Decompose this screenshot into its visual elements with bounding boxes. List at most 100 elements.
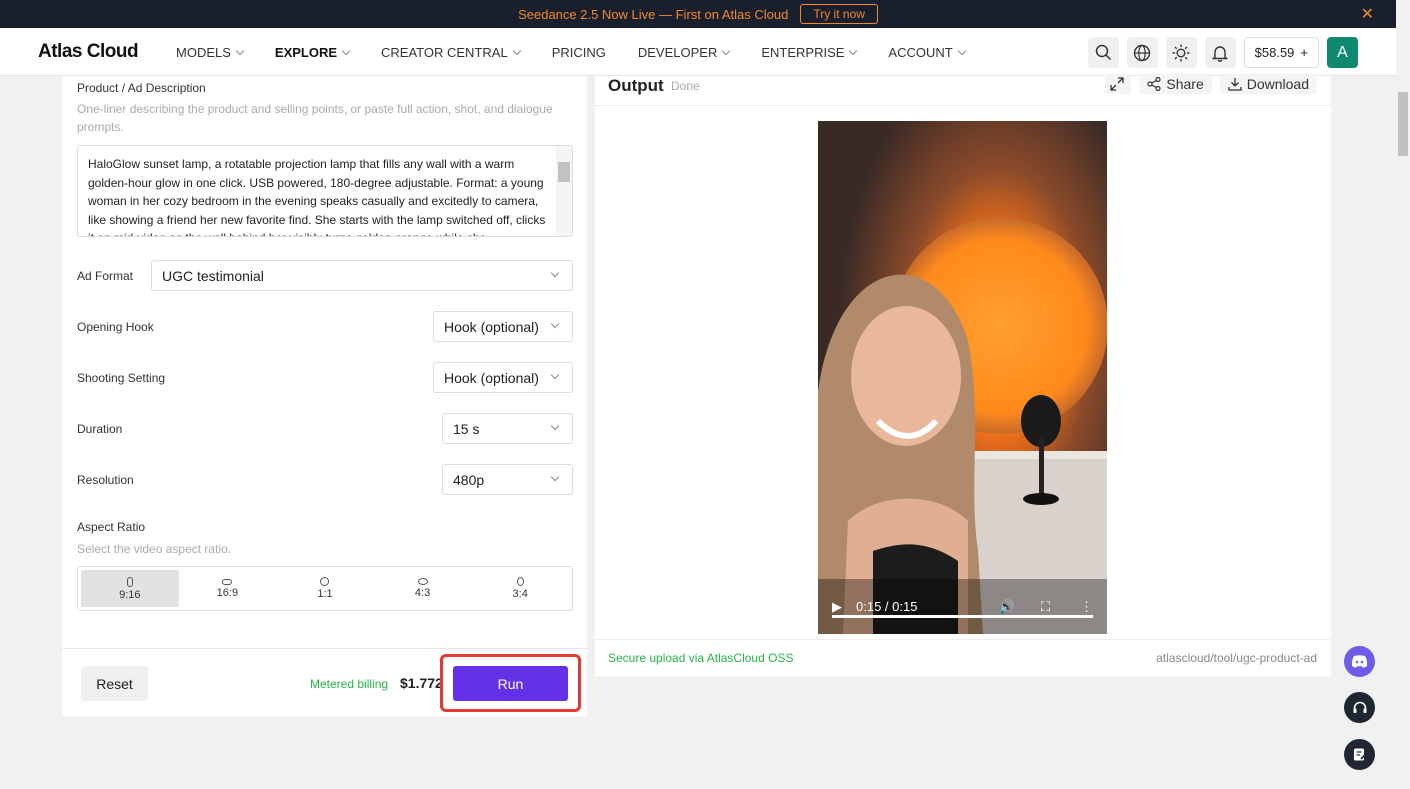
aspect-option-4-3[interactable]: 4:3 bbox=[374, 570, 472, 607]
expand-icon[interactable] bbox=[1105, 74, 1132, 94]
textarea-scrollbar[interactable] bbox=[556, 146, 572, 236]
page-scrollbar[interactable] bbox=[1396, 28, 1410, 789]
globe-icon[interactable] bbox=[1126, 37, 1158, 68]
output-panel: Output Done Share Download ▶ 0:15 / 0:15… bbox=[595, 74, 1331, 676]
volume-icon[interactable]: 🔊 bbox=[999, 599, 1015, 615]
resolution-value: 480p bbox=[453, 471, 485, 488]
aspect-option-16-9[interactable]: 16:9 bbox=[179, 570, 277, 607]
description-text: HaloGlow sunset lamp, a rotatable projec… bbox=[88, 157, 546, 236]
duration-select[interactable]: 15 s bbox=[442, 413, 573, 444]
aspect-option-3-4[interactable]: 3:4 bbox=[471, 570, 569, 607]
chevron-down-icon bbox=[722, 46, 731, 56]
bell-icon[interactable] bbox=[1204, 37, 1236, 68]
price-value: $1.772 bbox=[400, 675, 443, 691]
duration-value: 15 s bbox=[453, 420, 480, 437]
aspect-ratio-label: Aspect Ratio bbox=[77, 520, 146, 534]
output-actions: Share Download bbox=[1105, 74, 1317, 94]
tool-path: atlascloud/tool/ugc-product-ad bbox=[1156, 651, 1317, 665]
opening-hook-select[interactable]: Hook (optional) bbox=[433, 311, 573, 342]
chevron-down-icon bbox=[235, 46, 245, 56]
download-icon bbox=[1228, 78, 1242, 91]
chevron-down-icon bbox=[512, 46, 521, 56]
nav-item-models[interactable]: MODELS bbox=[176, 45, 245, 60]
nav-menu: MODELS EXPLORE CREATOR CENTRAL PRICING D… bbox=[176, 45, 997, 60]
more-icon[interactable]: ⋮ bbox=[1080, 599, 1093, 615]
banner-text: Seedance 2.5 Now Live — First on Atlas C… bbox=[518, 6, 789, 22]
chevron-down-icon bbox=[550, 268, 560, 278]
top-nav: Atlas Cloud MODELS EXPLORE CREATOR CENTR… bbox=[0, 28, 1396, 76]
reset-button[interactable]: Reset bbox=[81, 666, 148, 701]
video-progress[interactable] bbox=[832, 615, 1093, 618]
shooting-setting-label: Shooting Setting bbox=[77, 371, 166, 385]
form-panel: Product / Ad Description One-liner descr… bbox=[62, 76, 587, 716]
aspect-option-1-1[interactable]: 1:1 bbox=[276, 570, 374, 607]
balance-button[interactable]: $58.59 + bbox=[1243, 37, 1319, 68]
opening-hook-value: Hook (optional) bbox=[444, 318, 539, 335]
description-textarea[interactable]: HaloGlow sunset lamp, a rotatable projec… bbox=[77, 145, 573, 237]
description-hint: One-liner describing the product and sel… bbox=[77, 102, 553, 134]
add-funds-icon: + bbox=[1300, 45, 1308, 60]
chevron-down-icon bbox=[957, 46, 966, 56]
opening-hook-label: Opening Hook bbox=[77, 320, 154, 334]
download-button[interactable]: Download bbox=[1219, 74, 1317, 94]
output-title: Output bbox=[608, 76, 664, 95]
fullscreen-icon[interactable]: ⛶ bbox=[1041, 599, 1050, 615]
resolution-select[interactable]: 480p bbox=[442, 464, 573, 495]
aspect-ratio-hint: Select the video aspect ratio. bbox=[77, 542, 232, 556]
resolution-label: Resolution bbox=[77, 473, 134, 487]
chevron-down-icon bbox=[550, 319, 560, 329]
nav-item-enterprise[interactable]: ENTERPRISE bbox=[761, 45, 858, 60]
nav-item-pricing[interactable]: PRICING bbox=[552, 45, 606, 60]
try-it-now-button[interactable]: Try it now bbox=[800, 4, 878, 24]
aspect-ratio-group: 9:16 16:9 1:1 4:3 3:4 bbox=[77, 566, 573, 611]
avatar[interactable]: A bbox=[1327, 37, 1358, 68]
ad-format-value: UGC testimonial bbox=[162, 267, 264, 284]
close-icon[interactable]: ✕ bbox=[1361, 4, 1374, 24]
balance-value: $58.59 bbox=[1254, 45, 1295, 60]
feedback-icon[interactable] bbox=[1344, 739, 1375, 770]
portrait-icon bbox=[126, 576, 133, 587]
square-icon bbox=[320, 577, 330, 586]
headset-icon[interactable] bbox=[1344, 692, 1375, 723]
portrait-icon bbox=[516, 577, 524, 586]
output-video[interactable]: ▶ 0:15 / 0:15 🔊 ⛶ ⋮ bbox=[818, 121, 1107, 634]
announcement-banner: Seedance 2.5 Now Live — First on Atlas C… bbox=[0, 0, 1396, 28]
duration-label: Duration bbox=[77, 422, 123, 436]
logo[interactable]: Atlas Cloud bbox=[38, 41, 139, 63]
landscape-icon bbox=[417, 578, 428, 585]
ad-format-select[interactable]: UGC testimonial bbox=[151, 260, 573, 291]
discord-icon[interactable] bbox=[1344, 646, 1375, 677]
play-icon[interactable]: ▶ bbox=[832, 599, 842, 615]
landscape-icon bbox=[222, 578, 233, 585]
chevron-down-icon bbox=[550, 472, 560, 482]
nav-item-creator-central[interactable]: CREATOR CENTRAL bbox=[381, 45, 521, 60]
share-button[interactable]: Share bbox=[1139, 74, 1212, 94]
search-icon[interactable] bbox=[1087, 37, 1119, 68]
chevron-down-icon bbox=[550, 421, 560, 431]
output-status: Done bbox=[671, 79, 700, 93]
video-time: 0:15 / 0:15 bbox=[856, 599, 918, 614]
ad-format-label: Ad Format bbox=[77, 269, 134, 283]
video-frame bbox=[818, 121, 1107, 634]
page-scrollbar-thumb[interactable] bbox=[1398, 92, 1408, 156]
output-footer-divider bbox=[595, 639, 1331, 640]
secure-upload-text: Secure upload via AtlasCloud OSS bbox=[608, 651, 794, 665]
nav-item-account[interactable]: ACCOUNT bbox=[888, 45, 966, 60]
chevron-down-icon bbox=[341, 46, 351, 56]
shooting-setting-select[interactable]: Hook (optional) bbox=[433, 362, 573, 393]
shooting-setting-value: Hook (optional) bbox=[444, 369, 539, 386]
video-controls: ▶ 0:15 / 0:15 🔊 ⛶ ⋮ bbox=[818, 579, 1107, 634]
share-icon bbox=[1147, 77, 1161, 91]
nav-item-explore[interactable]: EXPLORE bbox=[275, 45, 351, 60]
output-divider bbox=[595, 105, 1331, 106]
description-label: Product / Ad Description bbox=[77, 81, 206, 95]
chevron-down-icon bbox=[550, 370, 560, 380]
form-footer: Reset Metered billing $1.772 Run bbox=[62, 648, 587, 716]
sun-icon[interactable] bbox=[1165, 37, 1197, 68]
nav-icons: $58.59 + A bbox=[1087, 37, 1358, 68]
run-button[interactable]: Run bbox=[453, 666, 568, 701]
billing-label: Metered billing bbox=[310, 677, 389, 691]
chevron-down-icon bbox=[849, 46, 858, 56]
aspect-option-9-16[interactable]: 9:16 bbox=[81, 570, 179, 607]
nav-item-developer[interactable]: DEVELOPER bbox=[638, 45, 731, 60]
